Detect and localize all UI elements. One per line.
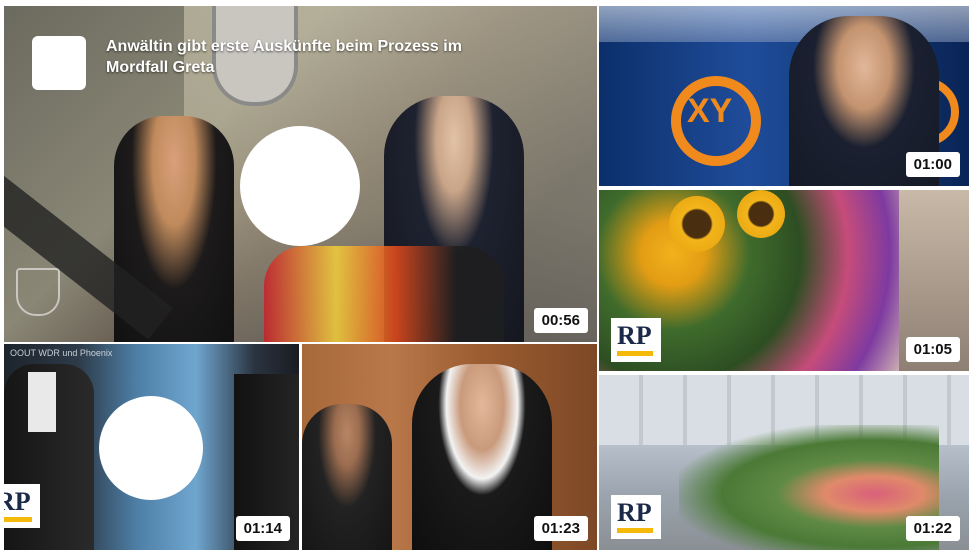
main-video-tile[interactable]: Anwältin gibt erste Auskünfte beim Proze… — [4, 6, 597, 342]
duration-badge: 01:14 — [235, 516, 290, 541]
rp-logo-text: RP — [4, 487, 31, 516]
video-thumbnail-courtroom[interactable]: OOUT WDR und Phoenix RP 01:14 — [4, 344, 299, 550]
xy-logo-text: XY — [687, 92, 733, 130]
duration-badge: 01:05 — [905, 337, 960, 362]
rp-logo-icon: RP — [4, 484, 40, 528]
rp-logo-icon: RP — [611, 318, 661, 362]
play-button[interactable] — [240, 126, 360, 246]
rp-logo-bar — [4, 517, 32, 522]
video-thumbnail-defendant[interactable]: 01:23 — [302, 344, 597, 550]
white-collar — [28, 372, 56, 432]
sunflower-icon — [669, 196, 725, 252]
nrw-logo-icon — [16, 268, 60, 316]
rp-logo-bar — [617, 528, 653, 533]
tulips-bouquet — [679, 425, 939, 550]
lawyer-figure — [302, 404, 392, 550]
duration-badge: 01:23 — [533, 516, 588, 541]
main-video-title: Anwältin gibt erste Auskünfte beim Proze… — [106, 38, 462, 76]
rp-logo-text: RP — [617, 321, 652, 350]
defendant-figure — [412, 364, 552, 550]
video-thumbnail-flowers[interactable]: RP 01:05 — [599, 190, 969, 371]
broadcast-caption: OOUT WDR und Phoenix — [10, 348, 113, 358]
play-badge-icon — [32, 36, 86, 90]
video-thumbnail-xy[interactable]: XY 01:00 — [599, 6, 969, 186]
duration-badge: 01:22 — [905, 516, 960, 541]
rp-logo-icon: RP — [611, 495, 661, 539]
rp-logo-bar — [617, 351, 653, 356]
sunflower-icon-2 — [737, 190, 785, 238]
duration-badge: 01:00 — [905, 152, 960, 177]
duration-badge: 00:56 — [533, 308, 588, 333]
rp-logo-text: RP — [617, 498, 652, 527]
play-button[interactable] — [99, 396, 203, 500]
video-thumbnail-tulips[interactable]: RP 01:22 — [599, 375, 969, 550]
microphones — [264, 246, 504, 342]
